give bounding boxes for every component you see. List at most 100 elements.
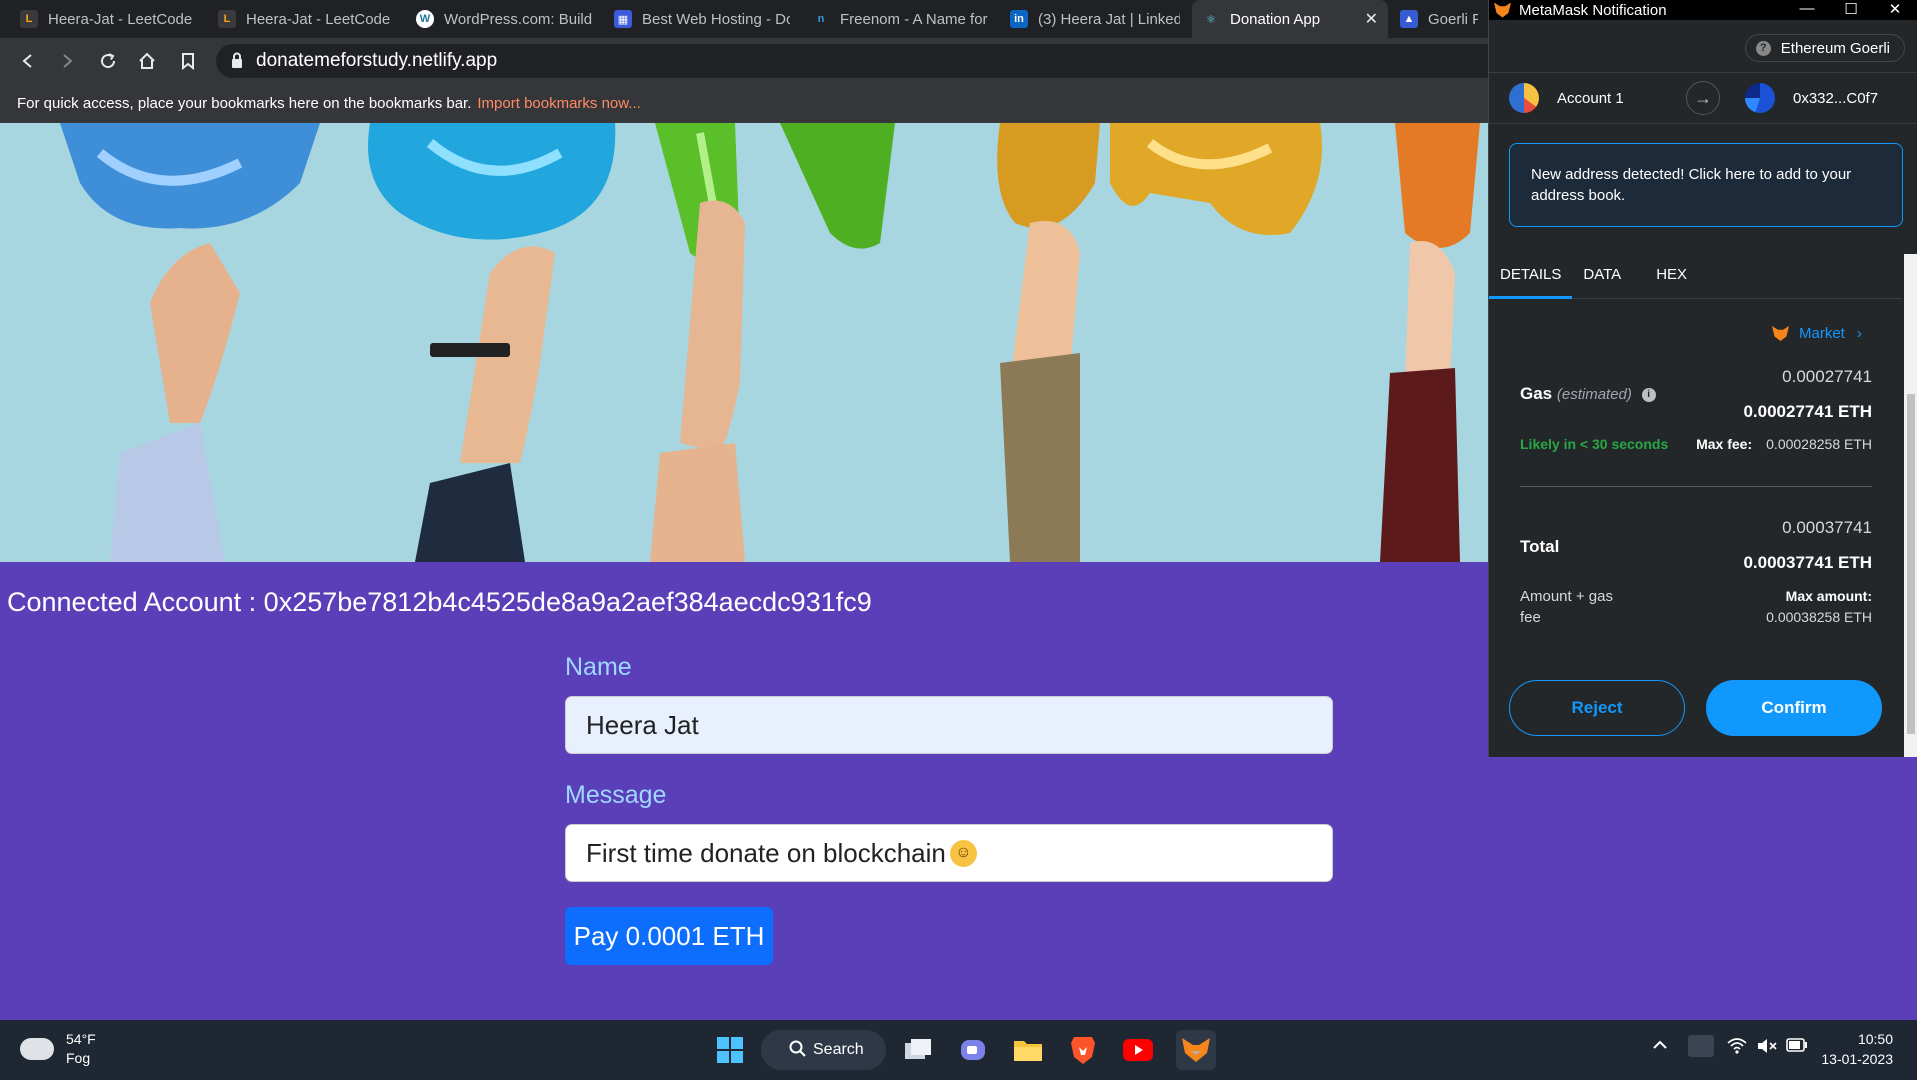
message-input-value: First time donate on blockchain [586, 837, 946, 868]
metamask-titlebar: MetaMask Notification — ☐ ✕ [1489, 0, 1917, 20]
bookmark-button[interactable] [175, 48, 201, 74]
clock-date: 13-01-2023 [1821, 1051, 1893, 1067]
to-account-address: 0x332...C0f7 [1793, 89, 1879, 107]
scrollbar-thumb[interactable] [1907, 394, 1915, 734]
bookmarks-bar-message: For quick access, place your bookmarks h… [17, 94, 472, 112]
close-window-icon[interactable]: ✕ [1873, 0, 1917, 18]
clock-time: 10:50 [1857, 1031, 1893, 1047]
connected-account-text: Connected Account : 0x257be7812b4c4525de… [7, 587, 872, 617]
alchemy-icon: ▲ [1400, 10, 1418, 28]
browser-tab[interactable]: L Heera-Jat - LeetCode P [208, 0, 404, 38]
metamask-scrollbar[interactable] [1904, 254, 1917, 757]
tab-title: Donation App [1230, 10, 1321, 28]
weather-temp: 54°F [66, 1031, 96, 1047]
tab-title: Goerli Fau [1428, 10, 1478, 28]
keyboard-icon[interactable] [1688, 1035, 1714, 1057]
browser-tab-active[interactable]: ⚛ Donation App ✕ [1192, 0, 1388, 38]
browser-tab[interactable]: ▲ Goerli Fau [1390, 0, 1488, 38]
speaker-muted-icon[interactable] [1757, 1038, 1777, 1057]
leetcode-icon: L [218, 10, 236, 28]
close-tab-icon[interactable]: ✕ [1365, 9, 1378, 29]
transaction-tabs: DETAILS DATA HEX [1489, 254, 1902, 299]
tab-title: Heera-Jat - LeetCode P [48, 10, 196, 28]
minimize-icon[interactable]: — [1785, 0, 1829, 17]
task-view-icon[interactable] [901, 1033, 935, 1067]
donation-form: Name Heera Jat Message First time donate… [565, 653, 1333, 965]
battery-icon[interactable] [1786, 1038, 1808, 1055]
leetcode-icon: L [20, 10, 38, 28]
new-address-notice[interactable]: New address detected! Click here to add … [1509, 143, 1903, 227]
tab-title: Freenom - A Name for [840, 10, 988, 28]
tab-details[interactable]: DETAILS [1489, 254, 1573, 299]
name-label: Name [565, 653, 632, 681]
weather-widget[interactable]: 54°F Fog [20, 1030, 96, 1068]
tab-hex[interactable]: HEX [1632, 254, 1698, 299]
home-button[interactable] [134, 48, 160, 74]
teams-chat-icon[interactable] [956, 1033, 990, 1067]
youtube-icon[interactable] [1121, 1033, 1155, 1067]
total-eth-value: 0.00037741 ETH [1743, 553, 1872, 572]
name-input[interactable]: Heera Jat [565, 696, 1333, 754]
maximize-icon[interactable]: ☐ [1829, 0, 1873, 18]
import-bookmarks-link[interactable]: Import bookmarks now... [477, 95, 640, 112]
windows-start-icon[interactable] [713, 1033, 747, 1067]
market-label: Market [1799, 325, 1845, 342]
forward-button[interactable] [54, 48, 80, 74]
arrow-right-icon: → [1686, 81, 1720, 115]
linkedin-icon: in [1010, 10, 1028, 28]
browser-tab[interactable]: n Freenom - A Name for [802, 0, 998, 38]
grid-icon: ▦ [614, 10, 632, 28]
max-fee-value: 0.00028258 ETH [1766, 436, 1872, 452]
react-icon: ⚛ [1206, 13, 1216, 26]
to-account[interactable]: 0x332...C0f7 [1745, 83, 1878, 113]
account-avatar [1509, 83, 1539, 113]
network-selector[interactable]: ? Ethereum Goerli [1744, 34, 1905, 62]
from-account-name: Account 1 [1557, 89, 1624, 107]
reload-icon [101, 53, 116, 69]
browser-tab[interactable]: W WordPress.com: Build a [406, 0, 602, 38]
brave-browser-icon[interactable] [1066, 1033, 1100, 1067]
tab-data[interactable]: DATA [1572, 254, 1632, 299]
market-fox-icon [1772, 326, 1789, 341]
gas-estimated-label: (estimated) [1556, 386, 1632, 403]
wifi-icon[interactable] [1727, 1038, 1747, 1057]
pay-button[interactable]: Pay 0.0001 ETH [565, 907, 773, 965]
search-icon [789, 1040, 807, 1063]
reload-button[interactable] [95, 48, 121, 74]
likely-time: Likely in < 30 seconds [1520, 436, 1669, 452]
address-bar[interactable]: donatemeforstudy.netlify.app [216, 44, 1516, 78]
max-fee-label: Max fee: [1696, 436, 1753, 452]
tab-title: Heera-Jat - LeetCode P [246, 10, 394, 28]
browser-tab[interactable]: in (3) Heera Jat | LinkedIn [1000, 0, 1190, 38]
total-fiat-value: 0.00037741 [1782, 518, 1872, 537]
tab-title: (3) Heera Jat | LinkedIn [1038, 10, 1180, 28]
name-input-value: Heera Jat [586, 709, 699, 740]
info-icon[interactable]: i [1641, 387, 1656, 402]
metamask-taskbar-icon[interactable] [1176, 1030, 1216, 1070]
bookmark-icon [182, 53, 194, 70]
gas-label: Gas [1520, 384, 1553, 403]
taskbar-search[interactable]: Search [761, 1030, 886, 1070]
gas-market-selector[interactable]: Market › [1772, 325, 1862, 342]
home-icon [139, 52, 155, 69]
file-explorer-icon[interactable] [1011, 1033, 1045, 1067]
reject-button[interactable]: Reject [1509, 680, 1685, 736]
browser-tab[interactable]: ▦ Best Web Hosting - Do [604, 0, 800, 38]
gas-eth-value: 0.00027741 ETH [1743, 402, 1872, 421]
gas-fiat-value: 0.00027741 [1782, 367, 1872, 386]
from-account[interactable]: Account 1 [1509, 83, 1624, 113]
show-hidden-icons-chevron-icon[interactable] [1652, 1038, 1668, 1054]
windows-taskbar: 54°F Fog Search 10:50 13-01-2023 [0, 1020, 1917, 1080]
search-label: Search [813, 1041, 864, 1058]
message-input[interactable]: First time donate on blockchain ☺ [565, 824, 1333, 882]
weather-desc: Fog [66, 1050, 91, 1066]
browser-tab[interactable]: L Heera-Jat - LeetCode P [10, 0, 206, 38]
metamask-fox-icon [1494, 2, 1511, 18]
taskbar-clock[interactable]: 10:50 13-01-2023 [1821, 1029, 1893, 1069]
confirm-button[interactable]: Confirm [1706, 680, 1882, 736]
back-button[interactable] [15, 48, 41, 74]
total-label: Total [1520, 537, 1560, 556]
message-label: Message [565, 781, 667, 809]
tab-title: WordPress.com: Build a [444, 10, 592, 28]
divider [1520, 486, 1872, 487]
